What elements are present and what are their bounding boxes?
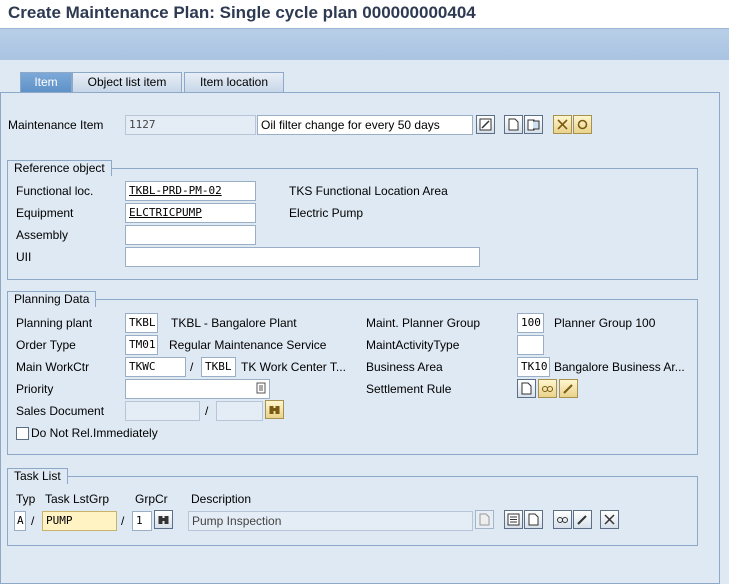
task-list-counter-field[interactable]: 1: [132, 511, 152, 531]
task-list-display-button[interactable]: [553, 510, 572, 529]
sales-document-separator: /: [205, 404, 209, 418]
planning-data-title: Planning Data: [7, 291, 97, 307]
assembly-label: Assembly: [16, 228, 69, 242]
do-not-release-checkbox[interactable]: [16, 427, 29, 440]
order-type-label: Order Type: [16, 338, 76, 352]
sales-document-label: Sales Document: [16, 404, 105, 418]
planner-group-text: Planner Group 100: [554, 316, 656, 330]
pencil-icon: [577, 515, 587, 525]
task-list-type-field[interactable]: A: [14, 511, 26, 531]
equipment-field[interactable]: ELCTRICPUMP: [125, 203, 256, 223]
priority-label: Priority: [16, 382, 54, 396]
task-list-delete-button[interactable]: [600, 510, 619, 529]
create-document-button[interactable]: [504, 115, 523, 134]
main-workctr-field[interactable]: TKWC: [125, 357, 186, 377]
maintenance-item-number: 1127: [125, 115, 256, 135]
scissors-icon: [604, 514, 615, 525]
glasses-icon: [542, 386, 553, 392]
main-workctr-separator: /: [190, 360, 194, 374]
uii-field[interactable]: [125, 247, 480, 267]
maintenance-item-label: Maintenance Item: [8, 118, 104, 132]
settlement-rule-label: Settlement Rule: [366, 382, 452, 396]
list-select-icon: [507, 513, 520, 526]
task-list-select-button[interactable]: [504, 510, 523, 529]
sales-document-item-field: [216, 401, 263, 421]
business-area-label: Business Area: [366, 360, 443, 374]
maintenance-item-description[interactable]: Oil filter change for every 50 days: [257, 115, 473, 135]
task-list-search-button[interactable]: [154, 510, 173, 529]
document-icon: [521, 382, 532, 395]
business-area-text: Bangalore Business Ar...: [554, 360, 685, 374]
maint-activity-type-field[interactable]: [517, 335, 544, 355]
order-type-field[interactable]: TM01: [125, 335, 158, 355]
planning-plant-text: TKBL - Bangalore Plant: [171, 316, 297, 330]
task-list-separator-1: /: [31, 514, 35, 528]
toolbar-spacer: [0, 60, 729, 72]
gear-icon: [577, 119, 588, 130]
document-icon: [528, 513, 539, 526]
main-workctr-label: Main WorkCtr: [16, 360, 90, 374]
priority-dropdown[interactable]: [125, 379, 270, 399]
tools-button[interactable]: [553, 115, 572, 134]
settlement-edit-button[interactable]: [559, 379, 578, 398]
document-info-icon: [527, 119, 540, 131]
business-area-field[interactable]: TK10: [517, 357, 550, 377]
sales-document-search-button[interactable]: [265, 400, 284, 419]
object-info-button[interactable]: [524, 115, 543, 134]
sales-document-field: [125, 401, 200, 421]
reference-object-title: Reference object: [7, 160, 112, 176]
tab-object-list-item[interactable]: Object list item: [72, 72, 182, 92]
glasses-icon: [557, 517, 568, 523]
edit-text-icon: [479, 118, 492, 131]
window-title: Create Maintenance Plan: Single cycle pl…: [8, 3, 476, 22]
planner-group-field[interactable]: 100: [517, 313, 544, 333]
planning-plant-field[interactable]: TKBL: [125, 313, 158, 333]
task-list-description-field: Pump Inspection: [188, 511, 473, 531]
settlement-rule-button[interactable]: [517, 379, 536, 398]
main-workctr-text: TK Work Center T...: [241, 360, 346, 374]
document-icon: [508, 118, 519, 131]
assembly-field[interactable]: [125, 225, 256, 245]
tools-icon: [557, 119, 568, 130]
task-list-col-grpcr: GrpCr: [135, 492, 168, 506]
task-list-col-group: Task LstGrp: [45, 492, 110, 506]
tab-item-location[interactable]: Item location: [184, 72, 284, 92]
document-icon: [479, 513, 490, 526]
application-toolbar: [0, 28, 729, 61]
settlement-display-button[interactable]: [538, 379, 557, 398]
planner-group-label: Maint. Planner Group: [366, 316, 481, 330]
long-text-button[interactable]: [476, 115, 495, 134]
order-type-text: Regular Maintenance Service: [169, 338, 327, 352]
do-not-release-label: Do Not Rel.Immediately: [31, 426, 158, 440]
maint-activity-type-label: MaintActivityType: [366, 338, 460, 352]
functional-loc-field[interactable]: TKBL-PRD-PM-02: [125, 181, 256, 201]
settings-button[interactable]: [573, 115, 592, 134]
dropdown-list-icon[interactable]: [256, 382, 266, 394]
functional-loc-text: TKS Functional Location Area: [289, 184, 448, 198]
task-list-create-button[interactable]: [524, 510, 543, 529]
equipment-text: Electric Pump: [289, 206, 364, 220]
binoculars-icon: [158, 516, 169, 524]
task-list-col-typ: Typ: [16, 492, 36, 506]
functional-loc-label: Functional loc.: [16, 184, 94, 198]
task-list-col-description: Description: [191, 492, 252, 506]
main-workctr-plant-field[interactable]: TKBL: [201, 357, 236, 377]
binoculars-icon: [269, 406, 280, 414]
task-list-group-field[interactable]: PUMP: [42, 511, 117, 531]
tab-item[interactable]: Item: [20, 72, 72, 92]
task-list-longtext-button: [475, 510, 494, 529]
equipment-label: Equipment: [16, 206, 74, 220]
task-list-separator-2: /: [121, 514, 125, 528]
planning-plant-label: Planning plant: [16, 316, 93, 330]
task-list-edit-button[interactable]: [573, 510, 592, 529]
pencil-icon: [563, 384, 573, 394]
uii-label: UII: [16, 250, 32, 264]
task-list-title: Task List: [7, 468, 68, 484]
